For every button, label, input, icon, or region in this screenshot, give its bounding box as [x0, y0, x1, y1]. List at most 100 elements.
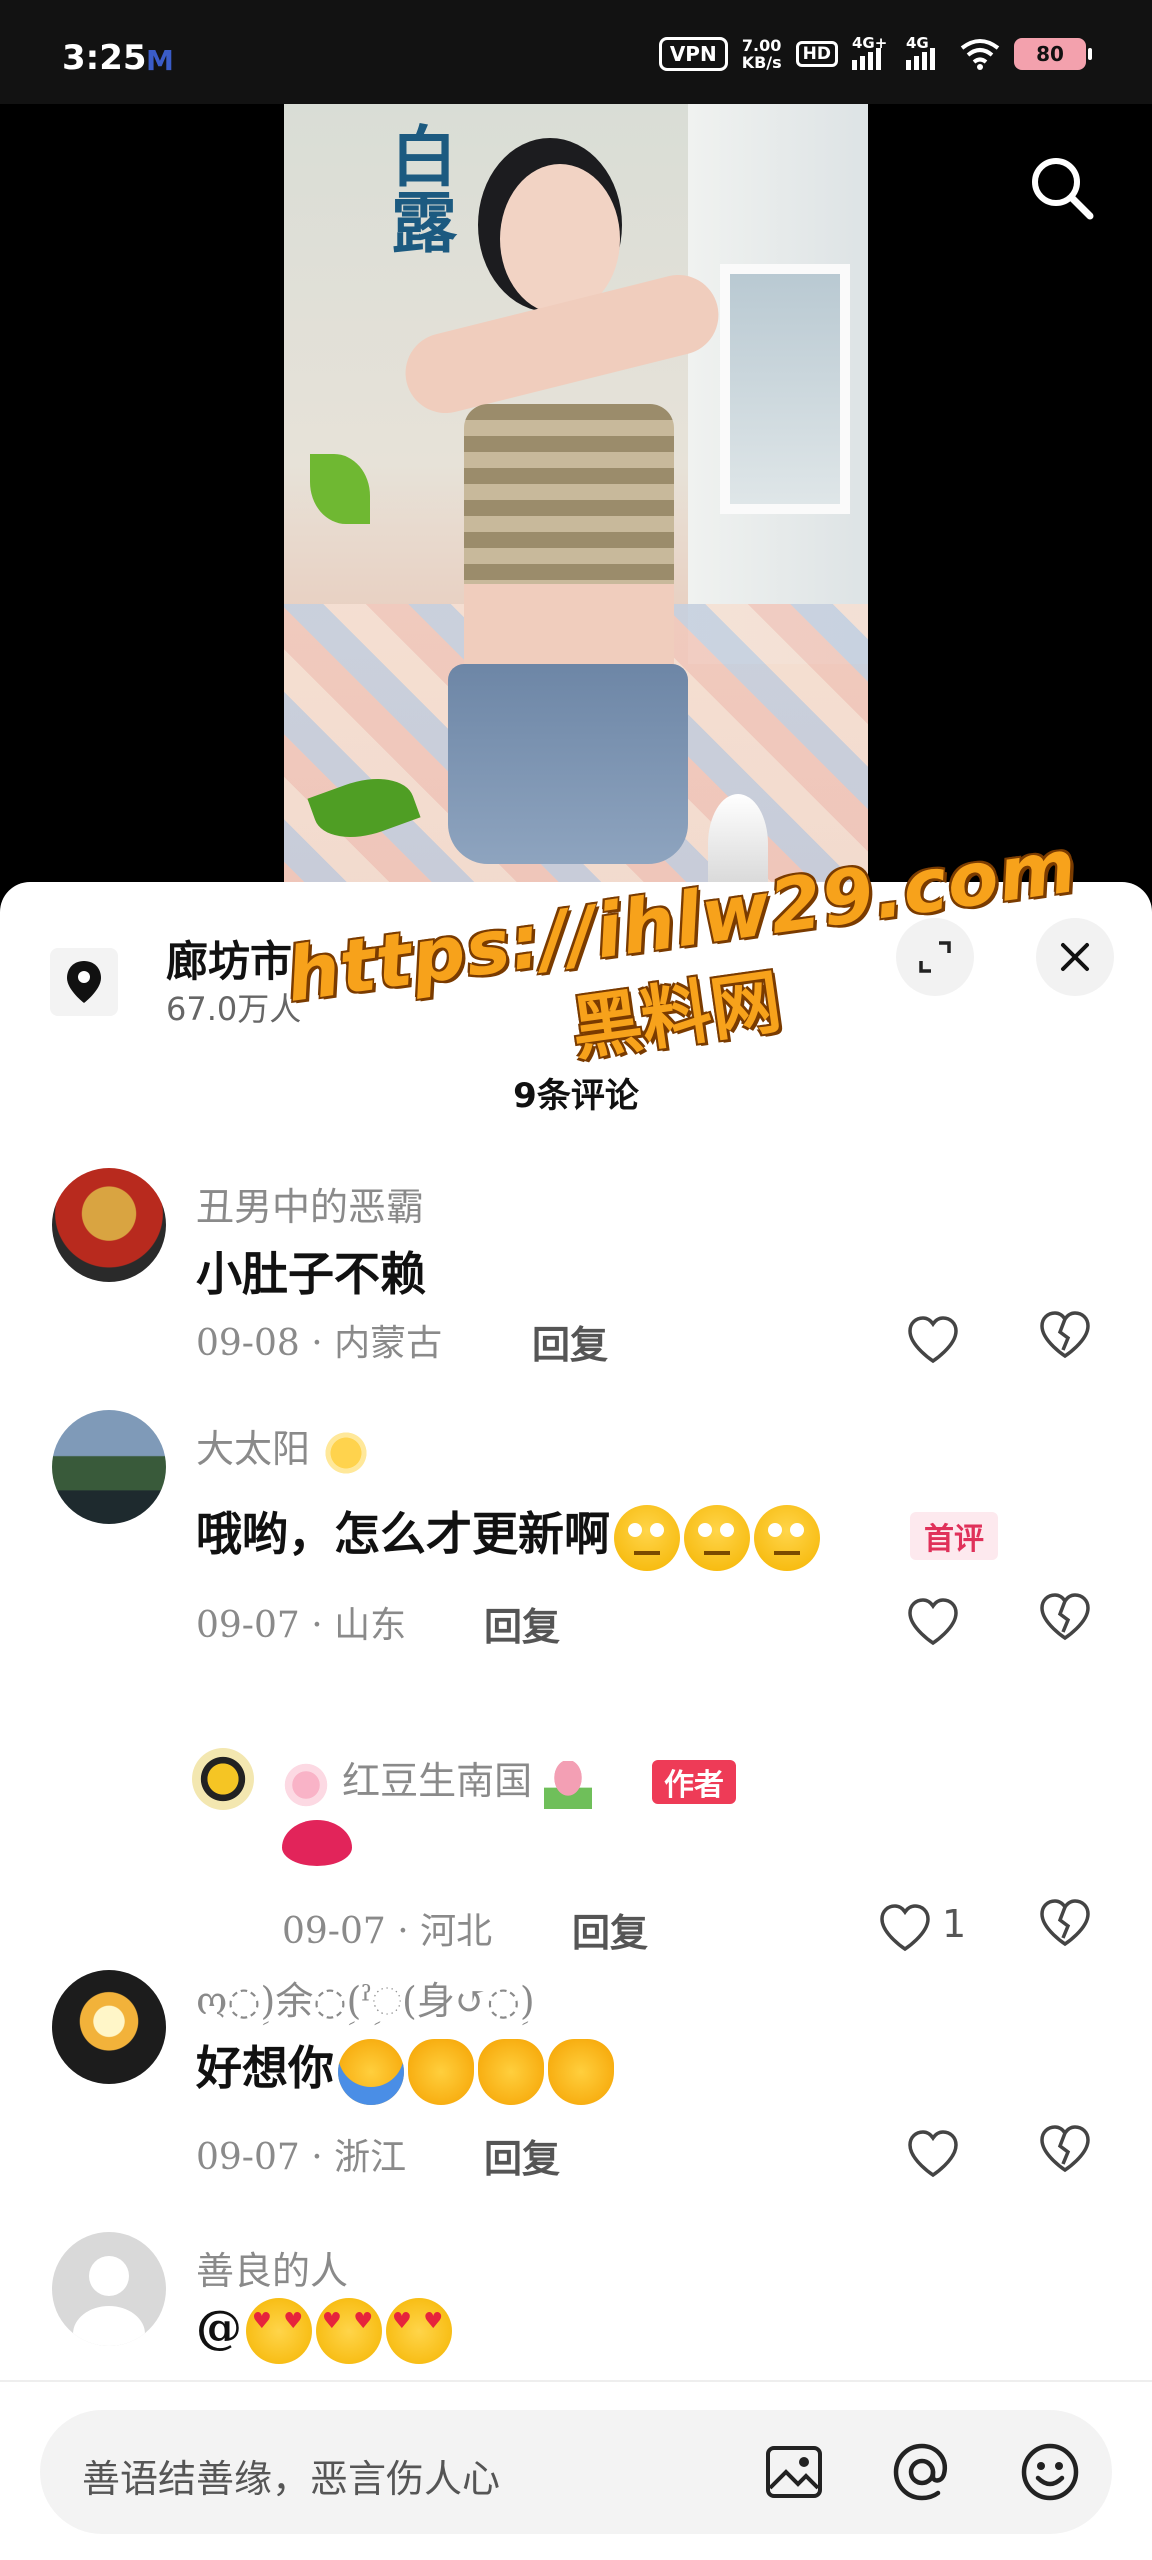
heart-hands-icon — [408, 2039, 474, 2105]
image-button[interactable] — [762, 2440, 826, 2504]
location-subtitle: 67.0万人 — [166, 990, 302, 1028]
eye-roll-icon — [684, 1505, 750, 1571]
comment-author[interactable]: 善良的人 — [196, 2240, 348, 2295]
comment-input-bar: 善语结善缘，恶言伤人心 — [0, 2380, 1152, 2560]
comment-sheet: 廊坊市 67.0万人 9条评论 丑男中的恶霸 小肚子不赖 09-08 · 内蒙古… — [0, 882, 1152, 2560]
dislike-button[interactable] — [1038, 1592, 1098, 1652]
network-speed: 7.00 KB/s — [742, 37, 782, 71]
expand-button[interactable] — [896, 918, 974, 996]
signal-label-1: 4G+ — [852, 34, 888, 52]
location-pin-icon — [67, 961, 101, 1003]
status-bar: 3:25 M VPN 7.00 KB/s HD 4G+ 4G 80 — [0, 0, 1152, 104]
heart-hands-icon — [478, 2039, 544, 2105]
mention-button[interactable] — [890, 2440, 954, 2504]
search-button[interactable] — [1026, 152, 1098, 224]
lips-icon — [282, 1820, 352, 1866]
video-player[interactable]: 白露 — [284, 104, 868, 904]
like-button[interactable] — [906, 2124, 966, 2184]
comment-text — [282, 1820, 352, 1877]
signal-label-2: 4G — [906, 34, 929, 52]
battery-icon: 80 — [1014, 38, 1092, 70]
comment-meta: 09-07 · 山东 — [196, 1605, 407, 1646]
dislike-button[interactable] — [1038, 1898, 1098, 1958]
video-person — [372, 164, 732, 904]
eye-roll-icon — [614, 1505, 680, 1571]
at-icon — [893, 2443, 948, 2501]
emoji-button[interactable] — [1018, 2440, 1082, 2504]
location-title[interactable]: 廊坊市 — [166, 928, 292, 989]
close-icon — [1061, 943, 1089, 971]
signal-icon-1: 4G+ — [852, 34, 892, 70]
wifi-icon — [960, 39, 1000, 70]
comment-author[interactable]: 红豆生南国 — [282, 1750, 593, 1809]
dislike-button[interactable] — [1038, 2124, 1098, 2184]
speed-unit: KB/s — [741, 53, 782, 72]
comment-item: ო◌ؚ)余◌ؚ(ˀ◌ؚ(身↺◌ؚ) 好想你 09-07 · 浙江 回复 — [0, 1970, 1152, 2230]
broken-heart-icon — [1040, 1899, 1090, 1947]
like-button[interactable]: 1 — [878, 1898, 988, 1958]
comment-author[interactable]: 丑男中的恶霸 — [196, 1176, 424, 1231]
default-avatar-icon — [73, 2256, 145, 2346]
comment-meta: 09-08 · 内蒙古 — [196, 1323, 443, 1364]
broken-heart-icon — [1040, 1311, 1090, 1359]
leaf-sticker — [310, 454, 370, 524]
video-window — [720, 264, 850, 514]
comment-input[interactable]: 善语结善缘，恶言伤人心 — [40, 2410, 1112, 2534]
heart-icon — [880, 1904, 930, 1952]
reply-button[interactable]: 回复 — [484, 2128, 560, 2183]
heart-hands-icon — [548, 2039, 614, 2105]
avatar[interactable] — [192, 1748, 254, 1810]
location-button[interactable] — [50, 948, 118, 1016]
reply-item: 红豆生南国 作者 09-07 · 河北 回复 1 — [0, 1670, 1152, 1955]
heart-icon — [908, 2130, 958, 2178]
comment-author-name: 红豆生南国 — [342, 1759, 533, 1803]
dislike-button[interactable] — [1038, 1310, 1098, 1370]
crane-sticker — [708, 794, 768, 894]
comments-count: 9条评论 — [513, 1076, 639, 1116]
comment-text-content: @ — [196, 2300, 242, 2354]
expand-icon — [919, 941, 951, 973]
avatar[interactable] — [52, 2232, 166, 2346]
reply-button[interactable]: 回复 — [484, 1596, 560, 1651]
vpn-icon: VPN — [658, 37, 728, 71]
reply-button[interactable]: 回复 — [572, 1902, 648, 1957]
image-icon — [766, 2446, 822, 2498]
comment-meta: 09-07 · 河北 — [282, 1911, 493, 1952]
status-time: 3:25 — [62, 38, 147, 78]
like-button[interactable] — [906, 1592, 966, 1652]
heart-eyes-icon — [316, 2298, 382, 2364]
broken-heart-icon — [1040, 1593, 1090, 1641]
comment-text: 小肚子不赖 — [196, 1247, 426, 1301]
eye-roll-icon — [754, 1505, 820, 1571]
status-icons: VPN 7.00 KB/s HD 4G+ 4G 80 — [658, 34, 1092, 74]
comment-item: 善良的人 @ — [0, 2232, 1152, 2402]
avatar[interactable] — [52, 1410, 166, 1524]
first-comment-badge: 首评 — [910, 1512, 998, 1560]
heart-icon — [908, 1598, 958, 1646]
avatar[interactable] — [52, 1168, 166, 1282]
avatar[interactable] — [52, 1970, 166, 2084]
hd-icon: HD — [795, 41, 838, 67]
hug-icon — [338, 2039, 404, 2105]
like-button[interactable] — [906, 1310, 966, 1370]
comment-author[interactable]: 大太阳 — [196, 1418, 371, 1477]
author-badge: 作者 — [652, 1760, 736, 1804]
like-count: 1 — [942, 1902, 967, 1946]
comment-text: @ — [196, 2298, 452, 2364]
signal-icon-2: 4G — [906, 34, 946, 70]
close-button[interactable] — [1036, 918, 1114, 996]
heart-icon — [908, 1316, 958, 1364]
comment-item: 大太阳 哦哟，怎么才更新啊 首评 09-07 · 山东 回复 — [0, 1410, 1152, 1670]
comment-text-content: 好想你 — [196, 2041, 334, 2095]
comment-input-placeholder: 善语结善缘，恶言伤人心 — [82, 2457, 501, 2501]
comment-author[interactable]: ო◌ؚ)余◌ؚ(ˀ◌ؚ(身↺◌ؚ) — [196, 1970, 535, 2025]
comment-text: 哦哟，怎么才更新啊 — [196, 1498, 820, 1571]
heart-eyes-icon — [386, 2298, 452, 2364]
mail-app-icon: M — [146, 44, 174, 77]
comment-author-name: 大太阳 — [196, 1427, 311, 1471]
tulip-icon — [544, 1760, 593, 1809]
sun-icon — [322, 1428, 371, 1477]
reply-button[interactable]: 回复 — [532, 1314, 608, 1369]
comment-item: 丑男中的恶霸 小肚子不赖 09-08 · 内蒙古 回复 — [0, 1168, 1152, 1398]
broken-heart-icon — [1040, 2125, 1090, 2173]
